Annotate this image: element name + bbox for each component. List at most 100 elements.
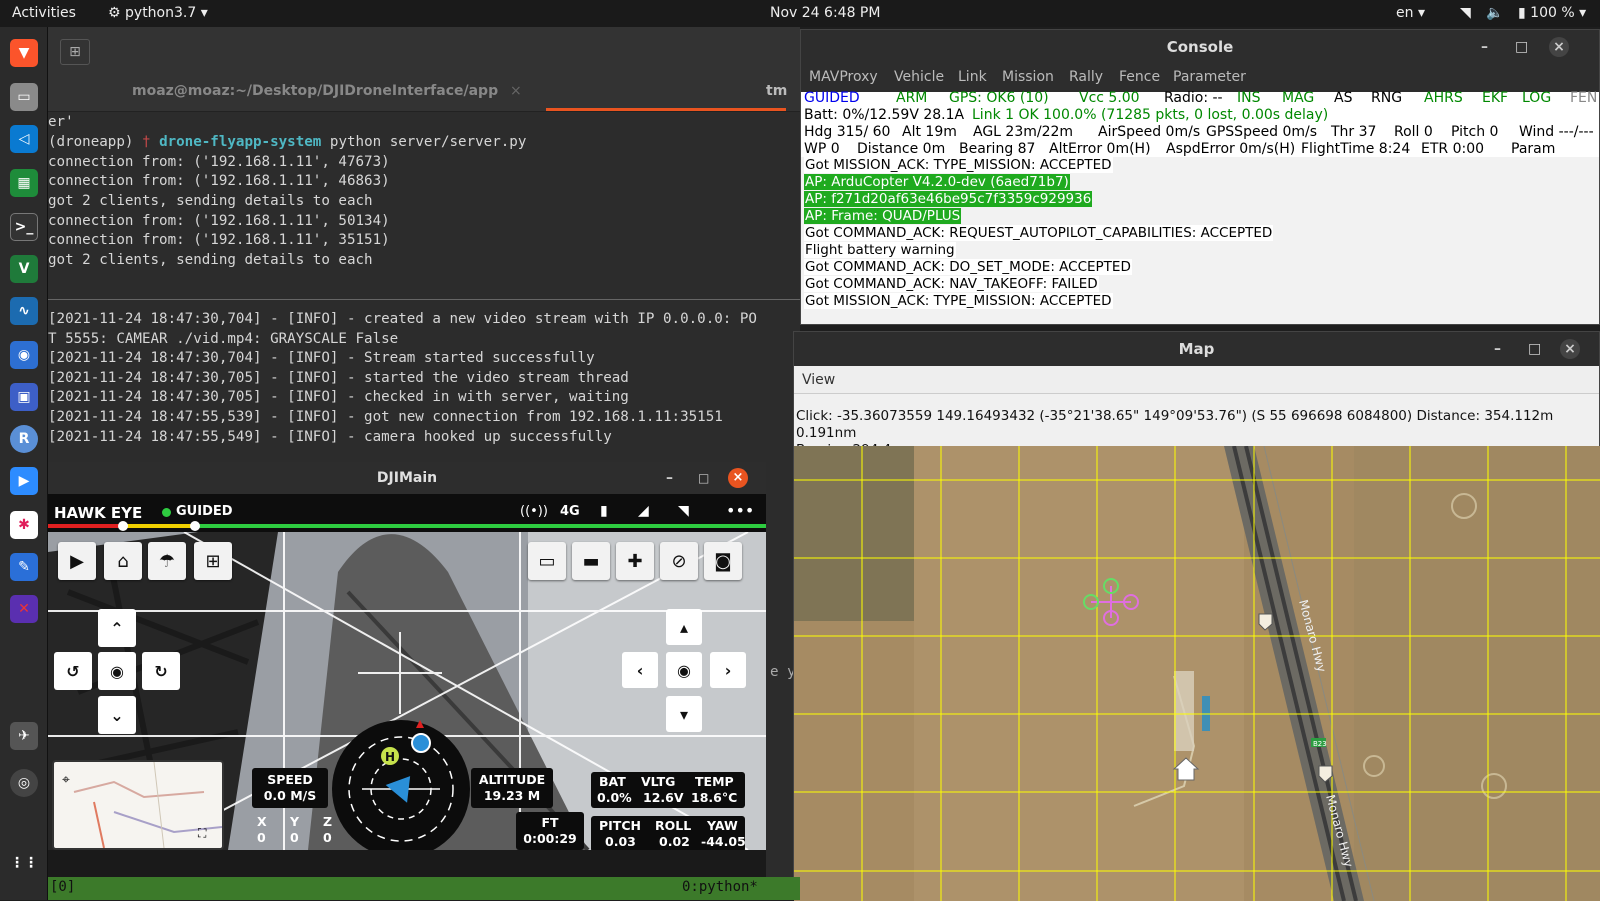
menu-parameter[interactable]: Parameter [1173, 69, 1246, 85]
menu-rally[interactable]: Rally [1069, 69, 1103, 85]
djimain-titlebar: DJIMain – □ × [48, 462, 766, 494]
tmux-window[interactable]: 0:python* [682, 879, 758, 895]
center-button[interactable]: ◉ [98, 652, 136, 690]
satellite-map[interactable]: B23 Monaro Hwy Monaro Hwy [794, 446, 1600, 901]
menu-vehicle[interactable]: Vehicle [894, 69, 944, 85]
ascend-button[interactable]: ⌃ [98, 609, 136, 647]
close-button[interactable]: × [1549, 37, 1569, 57]
status-ekf: EKF [1482, 90, 1509, 106]
log-message: Got COMMAND_ACK: NAV_TAKEOFF: FAILED [804, 276, 1099, 292]
battery-progress-bar [48, 521, 766, 531]
y-label: Y [290, 814, 300, 829]
files-icon[interactable]: ▭ [10, 83, 38, 111]
terminal-icon[interactable]: >_ [10, 213, 38, 241]
battery-indicator[interactable]: ▮ 100 % ▾ [1518, 5, 1586, 21]
status-radio: Radio: -- [1164, 90, 1223, 106]
close-button[interactable]: × [1560, 339, 1580, 359]
clock[interactable]: Nov 24 6:48 PM [770, 5, 880, 21]
close-button[interactable]: × [728, 468, 748, 488]
return-home-button[interactable]: ⌂ [104, 542, 142, 580]
param-status: Param [1511, 141, 1556, 157]
show-apps-icon[interactable]: ⋮⋮ [10, 849, 38, 877]
spreadsheet-icon[interactable]: ▦ [10, 169, 38, 197]
wifi-icon[interactable]: ◥ [1460, 5, 1471, 21]
tab-2[interactable]: tm [766, 83, 787, 99]
log-line: [2021-11-24 18:47:30,705] - [INFO] - sta… [48, 370, 629, 386]
bearing-value: Bearing 87 [959, 141, 1036, 157]
minimize-button[interactable]: – [666, 462, 673, 494]
volume-icon[interactable]: 🔈 [1486, 5, 1503, 21]
tmux-status-bar: [0] 0:python* [48, 877, 800, 900]
close-tab-icon[interactable]: × [510, 83, 522, 99]
temp-label: TEMP [695, 774, 734, 789]
activities-button[interactable]: Activities [12, 5, 76, 21]
route-shield-label: B23 [1313, 740, 1327, 748]
new-tab-button[interactable]: ⊞ [60, 39, 90, 65]
speed-value: 0.0 M/S [263, 788, 317, 803]
mini-map[interactable]: ⌖ ⛶ [52, 760, 224, 850]
maximize-button[interactable]: □ [1515, 30, 1528, 64]
drone-app-icon[interactable]: ✈ [10, 722, 38, 750]
rotate-right-button[interactable]: ↻ [142, 652, 180, 690]
rotate-left-button[interactable]: ↺ [54, 652, 92, 690]
video-feed[interactable]: ▶ ⌂ ☂ ⊞ ▭ ▬ ✚ ⊘ ◙ ⌃ ↺ ◉ ↻ ⌄ ▴ ‹ ◉ › ▾ ⌖ … [48, 532, 766, 850]
vim-icon[interactable]: V [10, 255, 38, 283]
land-button[interactable]: ☂ [148, 542, 186, 580]
text-editor-icon[interactable]: ✎ [10, 553, 38, 581]
backward-button[interactable]: ▾ [666, 696, 702, 732]
camera-button[interactable]: ◙ [704, 542, 742, 580]
display-icon[interactable]: ▣ [10, 383, 38, 411]
slack-icon[interactable]: ✱ [10, 511, 38, 539]
language-indicator[interactable]: en ▾ [1396, 5, 1425, 21]
ft-label: FT [541, 815, 559, 830]
right-button[interactable]: › [710, 652, 746, 688]
more-options-icon[interactable]: ••• [726, 501, 754, 520]
battery-readout: BAT VLTG TEMP 0.0% 12.6V 18.6°C [591, 772, 745, 808]
log-message: Got COMMAND_ACK: DO_SET_MODE: ACCEPTED [804, 259, 1132, 275]
map-canvas[interactable]: B23 Monaro Hwy Monaro Hwy [794, 446, 1600, 901]
forward-button[interactable]: ▴ [666, 609, 702, 645]
dji-bottom-strip [48, 850, 766, 877]
zoom-icon[interactable]: ▶ [10, 467, 38, 495]
active-tab-indicator [546, 108, 786, 111]
locate-icon[interactable]: ⌖ [62, 772, 70, 788]
video-off-button[interactable]: ⊘ [660, 542, 698, 580]
expand-map-icon[interactable]: ⛶ [198, 826, 206, 841]
minimize-button[interactable]: – [1494, 332, 1501, 366]
descend-button[interactable]: ⌄ [98, 696, 136, 734]
tab-title[interactable]: moaz@moaz:~/Desktop/DJIDroneInterface/ap… [132, 83, 498, 99]
vscode-icon[interactable]: ◁ [10, 125, 38, 153]
terminal-line: connection from: ('192.168.1.11', 47673) [48, 154, 390, 170]
maximize-button[interactable]: □ [1528, 332, 1541, 366]
disc-icon[interactable]: ◎ [10, 769, 38, 797]
left-button[interactable]: ‹ [622, 652, 658, 688]
minimize-button[interactable]: – [1481, 30, 1488, 64]
app-menu[interactable]: ⚙ python3.7 ▾ [108, 5, 208, 21]
log-message: AP: f271d20af63e46be95c7f3359c929936 [804, 191, 1093, 207]
zoom-out-button[interactable]: ▬ [572, 542, 610, 580]
menu-link[interactable]: Link [958, 69, 987, 85]
message-log: Got MISSION_ACK: TYPE_MISSION: ACCEPTED … [801, 157, 1599, 324]
home-marker: H [385, 750, 395, 764]
mavproxy-console-window: Console – □ × MAVProxy Vehicle Link Miss… [800, 29, 1600, 325]
app-dock: ▼ ▭ ◁ ▦ >_ V ∿ ◉ ▣ R ▶ ✱ ✎ ✕ ✈ ◎ ⋮⋮ [0, 27, 48, 900]
menu-mission[interactable]: Mission [1002, 69, 1054, 85]
brave-browser-icon[interactable]: ▼ [10, 39, 38, 67]
menu-fence[interactable]: Fence [1119, 69, 1160, 85]
xcode-like-icon[interactable]: ✕ [10, 595, 38, 623]
display-mode-button[interactable]: ▭ [528, 542, 566, 580]
map-menu-view[interactable]: View [794, 366, 1599, 394]
djimain-title: DJIMain [376, 470, 438, 486]
screenshot-icon[interactable]: ◉ [10, 341, 38, 369]
menu-mavproxy[interactable]: MAVProxy [809, 69, 878, 85]
waypoint-mission-button[interactable]: ⊞ [194, 542, 232, 580]
hold-button[interactable]: ◉ [666, 652, 702, 688]
status-log: LOG [1522, 90, 1552, 106]
zoom-in-button[interactable]: ✚ [616, 542, 654, 580]
pane-divider [48, 299, 800, 300]
maximize-button[interactable]: □ [698, 462, 709, 494]
monitor-icon[interactable]: ∿ [10, 297, 38, 325]
r-icon[interactable]: R [10, 425, 38, 453]
rc-signal-icon: ((•)) [520, 504, 548, 519]
play-button[interactable]: ▶ [58, 542, 96, 580]
